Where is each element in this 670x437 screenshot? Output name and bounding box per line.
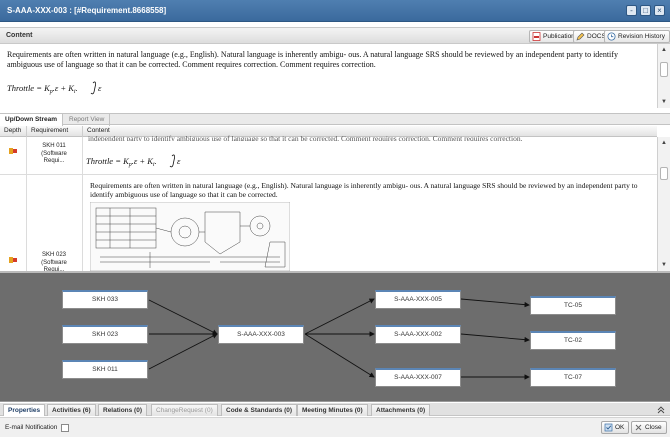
scroll-down-icon[interactable]: ▼ (660, 98, 668, 106)
tab-change-request[interactable]: ChangeRequest (0) (151, 404, 218, 416)
scroll-down-icon[interactable]: ▼ (660, 261, 668, 269)
row-requirement-id: SKH 011 (42, 143, 66, 149)
tab-relations[interactable]: Relations (0) (98, 404, 148, 416)
diagram-node[interactable]: TC-05 (530, 296, 616, 315)
docs-label: DOCS (587, 33, 606, 40)
diagram-node-current[interactable]: S-AAA-XXX-003 (218, 325, 304, 344)
row-requirement-id: SKH 023 (41, 252, 66, 258)
scroll-up-icon[interactable]: ▲ (660, 46, 668, 54)
requirement-flag-icon (9, 148, 17, 154)
window-title: S-AAA-XXX-003 : [#Requirement.8668558] (7, 6, 167, 15)
stream-tabs: Up/Down Stream Report View (0, 113, 670, 126)
minimize-button[interactable]: - (626, 5, 637, 16)
column-depth[interactable]: Depth (0, 126, 27, 137)
close-button[interactable]: Close (631, 421, 667, 434)
content-formula: Throttle = Kp.ε + Ki. ε (7, 81, 657, 97)
tab-code-standards[interactable]: Code & Standards (0) (221, 404, 298, 416)
row-requirement-type: (Software Requi... (41, 151, 67, 164)
close-window-button[interactable]: × (654, 5, 665, 16)
svg-text:Throttle = Kp.ε + Ki.: Throttle = Kp.ε + Ki. (86, 156, 157, 168)
tab-up-down-stream[interactable]: Up/Down Stream (0, 114, 64, 126)
diagram-node[interactable]: SKH 023 (62, 325, 148, 344)
pencil-icon (576, 32, 585, 41)
grid-column-separator (0, 137, 27, 271)
row-divider (0, 174, 657, 175)
diagram-node[interactable]: S-AAA-XXX-002 (375, 325, 461, 344)
requirement-flag-icon (9, 257, 17, 263)
revision-history-button[interactable]: Revision History (604, 30, 670, 43)
diagram-node[interactable]: S-AAA-XXX-007 (375, 368, 461, 387)
svg-text:ε: ε (98, 83, 102, 93)
diagram-node[interactable]: S-AAA-XXX-005 (375, 290, 461, 309)
tab-meeting-minutes[interactable]: Meeting Minutes (0) (297, 404, 368, 416)
column-requirement[interactable]: Requirement (27, 126, 83, 137)
history-icon (607, 32, 616, 41)
svg-text:Throttle = Kp.ε + Ki.: Throttle = Kp.ε + Ki. (7, 83, 78, 95)
content-scroll-thumb[interactable] (660, 62, 668, 77)
close-label: Close (645, 424, 662, 431)
revision-history-label: Revision History (618, 33, 665, 40)
traceability-diagram[interactable]: SKH 033 SKH 023 SKH 011 S-AAA-XXX-003 S-… (0, 271, 670, 402)
row-content-cut: independent party to identify ambiguous … (88, 134, 523, 141)
diagram-node[interactable]: TC-02 (530, 331, 616, 350)
grid-scroll-thumb[interactable] (660, 167, 668, 180)
collapse-up-icon[interactable] (657, 406, 665, 414)
diagram-node[interactable]: TC-07 (530, 368, 616, 387)
tab-report-view[interactable]: Report View (64, 114, 111, 126)
close-icon (635, 424, 642, 431)
content-panel-header: Content Publication DOCS Revision Histor… (0, 27, 670, 44)
tab-activities[interactable]: Activities (6) (47, 404, 96, 416)
email-notification-checkbox[interactable] (61, 424, 69, 432)
maximize-button[interactable]: □ (640, 5, 651, 16)
email-notification-label: E-mail Notification (5, 424, 58, 431)
dialog-footer: E-mail Notification OK Close (0, 417, 670, 437)
content-editor[interactable]: Requirements are often written in natura… (0, 44, 657, 108)
row-content-text: Requirements are often written in natura… (90, 181, 638, 199)
diagram-node[interactable]: SKH 011 (62, 360, 148, 379)
bottom-tabs: Properties Activities (6) Relations (0) … (0, 403, 670, 416)
scroll-up-icon[interactable]: ▲ (660, 139, 668, 147)
svg-text:ε: ε (177, 156, 181, 166)
throttle-formula: Throttle = Kp.ε + Ki. ε (7, 81, 102, 95)
tab-attachments[interactable]: Attachments (0) (371, 404, 431, 416)
engineering-drawing-image (90, 202, 290, 271)
ok-icon (604, 423, 613, 432)
publication-label: Publication (543, 33, 575, 40)
diagram-node[interactable]: SKH 033 (62, 290, 148, 309)
pdf-icon (532, 32, 541, 41)
ok-button[interactable]: OK (601, 421, 630, 434)
grid-scrollbar[interactable]: ▲ ▼ (657, 137, 670, 271)
row-formula: Throttle = Kp.ε + Ki. ε (86, 154, 181, 168)
stream-grid: Depth Requirement Content SKH 011 (Softw… (0, 126, 670, 273)
content-panel-title: Content (6, 32, 33, 39)
window-titlebar: S-AAA-XXX-003 : [#Requirement.8668558] -… (0, 0, 670, 22)
content-text: Requirements are often written in natura… (7, 50, 618, 69)
content-scrollbar[interactable]: ▲ ▼ (657, 44, 670, 108)
tab-properties[interactable]: Properties (3, 404, 46, 416)
ok-label: OK (615, 424, 625, 431)
